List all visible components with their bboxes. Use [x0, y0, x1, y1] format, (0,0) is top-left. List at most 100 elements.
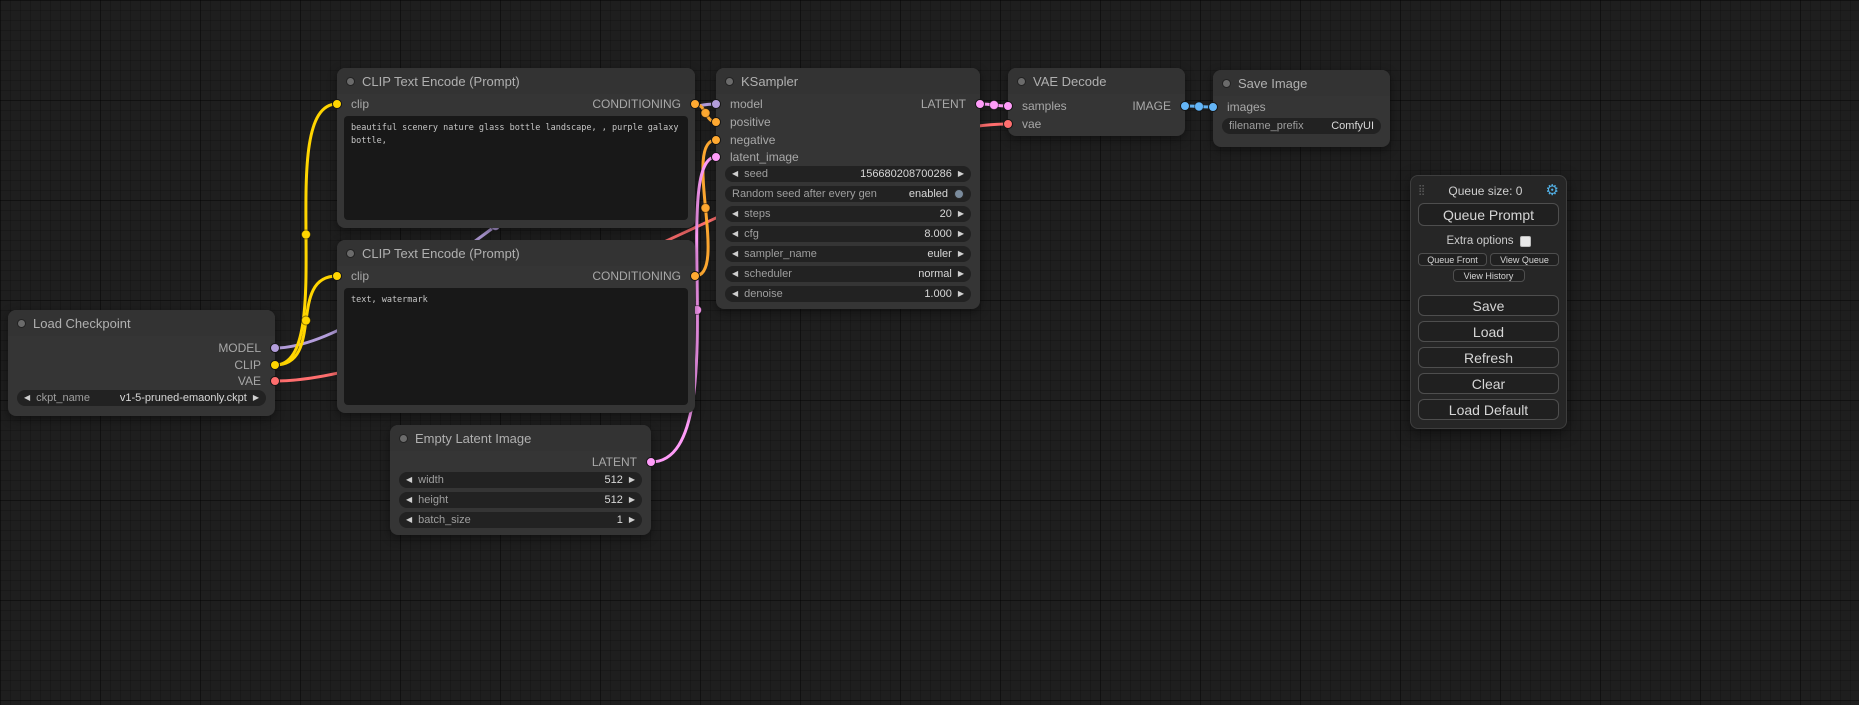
settings-gear-icon[interactable]: ⚙	[1546, 183, 1559, 198]
output-slot-conditioning[interactable]	[690, 271, 700, 281]
save-button[interactable]: Save	[1418, 295, 1559, 316]
increment-arrow-icon[interactable]: ▶	[629, 472, 635, 488]
increment-arrow-icon[interactable]: ▶	[958, 206, 964, 222]
node-graph-canvas[interactable]: { "colors": { "model": "#b39ddb", "clip"…	[0, 0, 1859, 705]
output-slot-image[interactable]	[1180, 101, 1190, 111]
decrement-arrow-icon[interactable]: ◀	[406, 512, 412, 528]
node-title-bar[interactable]: Load Checkpoint	[8, 310, 275, 336]
node-title: Save Image	[1238, 76, 1307, 91]
decrement-arrow-icon[interactable]: ◀	[406, 472, 412, 488]
widget-denoise[interactable]: ◀ denoise 1.000 ▶	[725, 286, 971, 302]
decrement-arrow-icon[interactable]: ◀	[732, 266, 738, 282]
node-title: Empty Latent Image	[415, 431, 531, 446]
node-title-bar[interactable]: Save Image	[1213, 70, 1390, 96]
widget-label: cfg	[744, 228, 759, 240]
input-slot-images[interactable]	[1208, 102, 1218, 112]
widget-sampler-name[interactable]: ◀ sampler_name euler ▶	[725, 246, 971, 262]
collapse-dot-icon[interactable]	[1222, 79, 1231, 88]
increment-arrow-icon[interactable]: ▶	[958, 246, 964, 262]
node-title-bar[interactable]: Empty Latent Image	[390, 425, 651, 451]
collapse-dot-icon[interactable]	[1017, 77, 1026, 86]
node-ksampler[interactable]: KSampler model positive negative latent_…	[716, 68, 980, 309]
collapse-dot-icon[interactable]	[725, 77, 734, 86]
node-title-bar[interactable]: CLIP Text Encode (Prompt)	[337, 240, 695, 266]
output-slot-vae[interactable]	[270, 376, 280, 386]
extra-options-checkbox[interactable]	[1520, 236, 1531, 247]
widget-label: Random seed after every gen	[732, 188, 877, 200]
queue-panel-header: ⣿ Queue size: 0 ⚙	[1418, 182, 1559, 199]
drag-handle-icon[interactable]: ⣿	[1418, 185, 1425, 196]
input-slot-clip[interactable]	[332, 99, 342, 109]
widget-label: steps	[744, 208, 770, 220]
input-slot-vae[interactable]	[1003, 119, 1013, 129]
increment-arrow-icon[interactable]: ▶	[629, 512, 635, 528]
clip-link-wire-positive	[275, 104, 337, 365]
output-slot-latent[interactable]	[646, 457, 656, 467]
refresh-button[interactable]: Refresh	[1418, 347, 1559, 368]
widget-value: normal	[918, 268, 952, 280]
link-midpoint-dot	[990, 101, 999, 110]
node-title-bar[interactable]: KSampler	[716, 68, 980, 94]
toggle-indicator-icon[interactable]	[954, 189, 964, 199]
widget-height[interactable]: ◀ height 512 ▶	[399, 492, 642, 508]
node-title-bar[interactable]: VAE Decode	[1008, 68, 1185, 94]
view-history-button[interactable]: View History	[1453, 269, 1525, 282]
history-row: View History	[1418, 269, 1559, 282]
load-button[interactable]: Load	[1418, 321, 1559, 342]
output-slot-model[interactable]	[270, 343, 280, 353]
output-slot-latent[interactable]	[975, 99, 985, 109]
node-clip-text-encode-negative[interactable]: CLIP Text Encode (Prompt) clip CONDITION…	[337, 240, 695, 413]
input-slot-positive[interactable]	[711, 117, 721, 127]
decrement-arrow-icon[interactable]: ◀	[24, 390, 30, 406]
queue-front-button[interactable]: Queue Front	[1418, 253, 1487, 266]
collapse-dot-icon[interactable]	[399, 434, 408, 443]
widget-seed[interactable]: ◀ seed 156680208700286 ▶	[725, 166, 971, 182]
node-empty-latent-image[interactable]: Empty Latent Image LATENT ◀ width 512 ▶ …	[390, 425, 651, 535]
output-slot-label-vae: VAE	[238, 374, 261, 388]
clear-button[interactable]: Clear	[1418, 373, 1559, 394]
widget-steps[interactable]: ◀ steps 20 ▶	[725, 206, 971, 222]
widget-cfg[interactable]: ◀ cfg 8.000 ▶	[725, 226, 971, 242]
widget-random-seed-toggle[interactable]: Random seed after every gen enabled	[725, 186, 971, 202]
node-title: KSampler	[741, 74, 798, 89]
widget-filename-prefix[interactable]: filename_prefix ComfyUI	[1222, 118, 1381, 134]
increment-arrow-icon[interactable]: ▶	[629, 492, 635, 508]
node-title: CLIP Text Encode (Prompt)	[362, 246, 520, 261]
input-slot-clip[interactable]	[332, 271, 342, 281]
increment-arrow-icon[interactable]: ▶	[253, 390, 259, 406]
widget-batch-size[interactable]: ◀ batch_size 1 ▶	[399, 512, 642, 528]
increment-arrow-icon[interactable]: ▶	[958, 226, 964, 242]
widget-ckpt-name[interactable]: ◀ ckpt_name v1-5-pruned-emaonly.ckpt ▶	[17, 390, 266, 406]
collapse-dot-icon[interactable]	[346, 77, 355, 86]
positive-prompt-textarea[interactable]: beautiful scenery nature glass bottle la…	[344, 116, 688, 220]
increment-arrow-icon[interactable]: ▶	[958, 286, 964, 302]
negative-prompt-textarea[interactable]: text, watermark	[344, 288, 688, 405]
widget-width[interactable]: ◀ width 512 ▶	[399, 472, 642, 488]
widget-scheduler[interactable]: ◀ scheduler normal ▶	[725, 266, 971, 282]
input-slot-model[interactable]	[711, 99, 721, 109]
node-save-image[interactable]: Save Image images filename_prefix ComfyU…	[1213, 70, 1390, 147]
collapse-dot-icon[interactable]	[346, 249, 355, 258]
collapse-dot-icon[interactable]	[17, 319, 26, 328]
view-queue-button[interactable]: View Queue	[1490, 253, 1559, 266]
node-clip-text-encode-positive[interactable]: CLIP Text Encode (Prompt) clip CONDITION…	[337, 68, 695, 228]
decrement-arrow-icon[interactable]: ◀	[406, 492, 412, 508]
input-slot-samples[interactable]	[1003, 101, 1013, 111]
node-title-bar[interactable]: CLIP Text Encode (Prompt)	[337, 68, 695, 94]
increment-arrow-icon[interactable]: ▶	[958, 166, 964, 182]
output-slot-clip[interactable]	[270, 360, 280, 370]
input-slot-latent-image[interactable]	[711, 152, 721, 162]
increment-arrow-icon[interactable]: ▶	[958, 266, 964, 282]
decrement-arrow-icon[interactable]: ◀	[732, 206, 738, 222]
decrement-arrow-icon[interactable]: ◀	[732, 286, 738, 302]
node-vae-decode[interactable]: VAE Decode samples vae IMAGE	[1008, 68, 1185, 136]
output-slot-conditioning[interactable]	[690, 99, 700, 109]
node-load-checkpoint[interactable]: Load Checkpoint MODEL CLIP VAE ◀ ckpt_na…	[8, 310, 275, 416]
decrement-arrow-icon[interactable]: ◀	[732, 246, 738, 262]
queue-prompt-button[interactable]: Queue Prompt	[1418, 203, 1559, 226]
load-default-button[interactable]: Load Default	[1418, 399, 1559, 420]
input-slot-negative[interactable]	[711, 135, 721, 145]
widget-value: 8.000	[924, 228, 952, 240]
decrement-arrow-icon[interactable]: ◀	[732, 226, 738, 242]
decrement-arrow-icon[interactable]: ◀	[732, 166, 738, 182]
